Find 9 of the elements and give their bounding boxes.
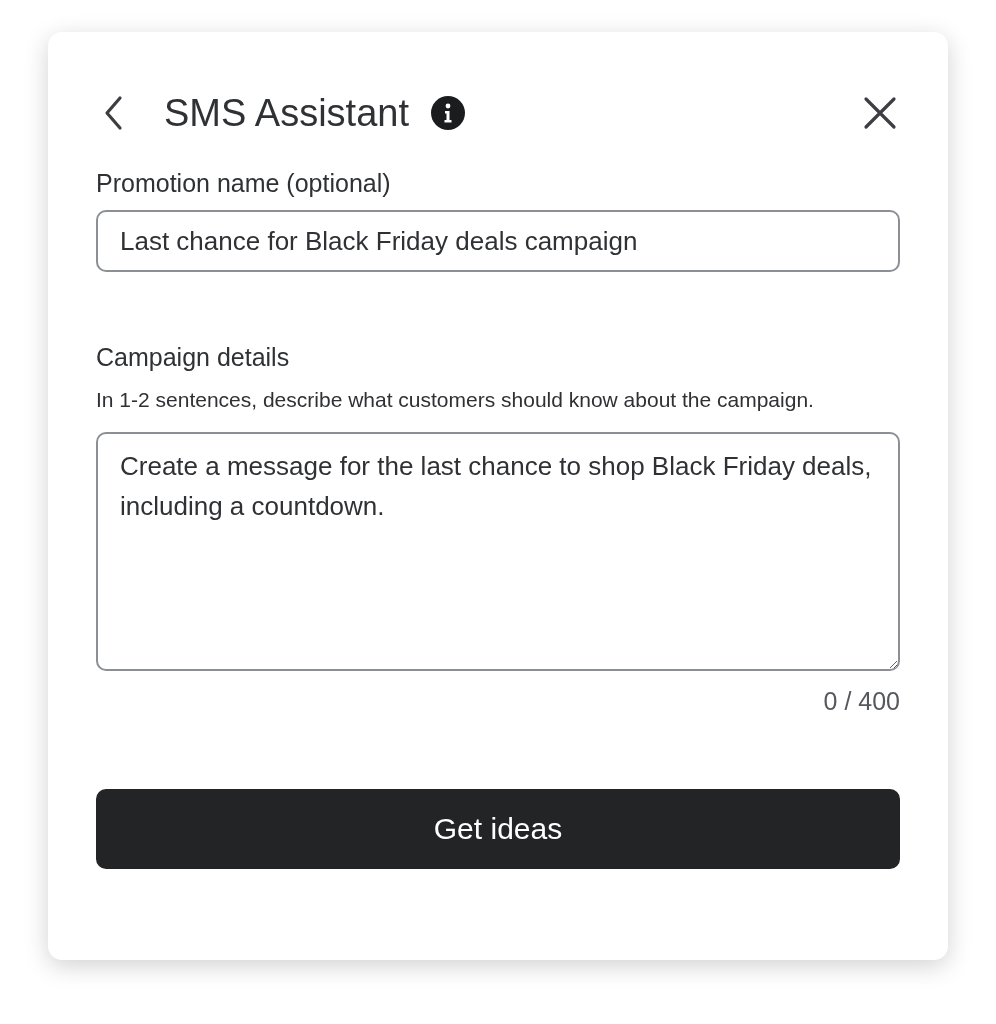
- field-label: Campaign details: [96, 342, 291, 372]
- dialog-title: SMS Assistant: [164, 90, 409, 136]
- info-icon[interactable]: [431, 96, 465, 130]
- field-label: Promotion name (optional): [96, 168, 392, 198]
- character-counter: 0 / 400: [823, 686, 900, 717]
- get-ideas-button[interactable]: Get ideas: [96, 788, 900, 869]
- help-text: In 1-2 sentences, describe what customers should know about the campaign.: [96, 387, 815, 413]
- promotion-name-field[interactable]: Last chance for Black Friday deals campaign: [96, 210, 900, 272]
- campaign-details-field[interactable]: Create a message for the last chance to shop Black Friday deals, including a countdown.: [96, 432, 900, 671]
